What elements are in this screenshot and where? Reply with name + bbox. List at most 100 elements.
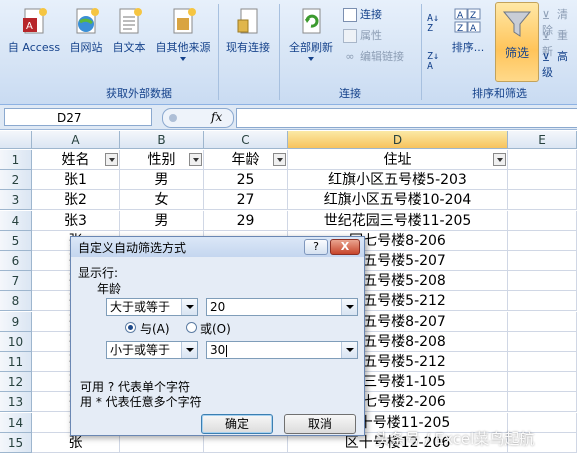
cell-e[interactable] bbox=[508, 271, 577, 291]
cell-d[interactable]: 住址 bbox=[288, 150, 508, 170]
cell-c[interactable]: 年龄 bbox=[204, 150, 288, 170]
cell-text: 女 bbox=[154, 192, 169, 208]
cell-e[interactable] bbox=[508, 170, 577, 190]
cell-c[interactable]: 25 bbox=[204, 170, 288, 190]
watermark-text: 头条号 / Excel菜鸟起航 bbox=[375, 430, 535, 448]
sort-z-to-a-button[interactable]: Z↓ A bbox=[427, 52, 443, 72]
cell-d[interactable]: 世纪花园三号楼11-205 bbox=[288, 211, 508, 231]
row-header[interactable]: 11 bbox=[0, 352, 32, 372]
condition1-value-input[interactable]: 20 bbox=[206, 298, 358, 316]
cell-a[interactable]: 张3 bbox=[32, 211, 120, 231]
edit-links-button[interactable]: ∞ 编辑链接 bbox=[343, 49, 404, 65]
from-access-button[interactable]: A 自 Access bbox=[4, 6, 64, 55]
sort-a-to-z-button[interactable]: A↓ Z bbox=[427, 14, 443, 34]
close-button[interactable]: X bbox=[330, 239, 360, 255]
row-header[interactable]: 8 bbox=[0, 291, 32, 311]
help-button[interactable]: ? bbox=[304, 239, 328, 255]
row-header[interactable]: 10 bbox=[0, 332, 32, 352]
clear-filter-button[interactable]: ⊻ 清除 bbox=[542, 7, 577, 37]
row-header[interactable]: 12 bbox=[0, 372, 32, 392]
cell-e[interactable] bbox=[508, 372, 577, 392]
cell-e[interactable] bbox=[508, 150, 577, 170]
formula-input[interactable] bbox=[236, 108, 577, 128]
cell-a[interactable]: 姓名 bbox=[32, 150, 120, 170]
sort-button[interactable]: AZZA 排序... bbox=[448, 6, 488, 55]
column-header-c[interactable]: C bbox=[204, 131, 288, 149]
from-other-sources-button[interactable]: 自其他来源 bbox=[150, 6, 216, 61]
cell-a[interactable]: 张2 bbox=[32, 190, 120, 210]
column-header-e[interactable]: E bbox=[508, 131, 577, 149]
cell-c[interactable]: 27 bbox=[204, 190, 288, 210]
expand-handle-icon[interactable] bbox=[169, 114, 177, 122]
fx-icon[interactable]: fx bbox=[211, 110, 222, 124]
cell-a[interactable]: 张 bbox=[32, 433, 120, 453]
cell-b[interactable] bbox=[120, 433, 204, 453]
reapply-filter-button[interactable]: ⊻ 重新 bbox=[542, 28, 577, 58]
select-all-corner[interactable] bbox=[0, 131, 32, 149]
cell-c[interactable]: 29 bbox=[204, 211, 288, 231]
cell-e[interactable] bbox=[508, 231, 577, 251]
row-header[interactable]: 9 bbox=[0, 312, 32, 332]
cell-c[interactable] bbox=[204, 433, 288, 453]
row-header[interactable]: 15 bbox=[0, 433, 32, 453]
filter-dropdown-icon[interactable] bbox=[105, 153, 118, 166]
cell-a[interactable]: 张1 bbox=[32, 170, 120, 190]
row-header[interactable]: 14 bbox=[0, 413, 32, 433]
cell-b[interactable]: 男 bbox=[120, 170, 204, 190]
filter-dropdown-icon[interactable] bbox=[493, 153, 506, 166]
chevron-down-icon[interactable] bbox=[341, 299, 357, 315]
cancel-button[interactable]: 取消 bbox=[284, 414, 356, 434]
cell-b[interactable]: 女 bbox=[120, 190, 204, 210]
condition2-operator-select[interactable]: 小于或等于 bbox=[106, 341, 198, 359]
column-header-b[interactable]: B bbox=[120, 131, 204, 149]
row-header[interactable]: 5 bbox=[0, 231, 32, 251]
cell-e[interactable] bbox=[508, 352, 577, 372]
and-radio[interactable] bbox=[125, 322, 136, 333]
row-header[interactable]: 1 bbox=[0, 150, 32, 170]
condition1-operator-select[interactable]: 大于或等于 bbox=[106, 298, 198, 316]
or-radio[interactable] bbox=[186, 322, 197, 333]
filter-button[interactable]: 筛选 bbox=[495, 2, 539, 82]
condition2-value-input[interactable]: 30 bbox=[206, 341, 358, 359]
chevron-down-icon[interactable] bbox=[181, 342, 197, 358]
cell-e[interactable] bbox=[508, 190, 577, 210]
cell-d[interactable]: 红旗小区五号楼5-203 bbox=[288, 170, 508, 190]
row-header[interactable]: 3 bbox=[0, 190, 32, 210]
row-header[interactable]: 7 bbox=[0, 271, 32, 291]
row-header[interactable]: 2 bbox=[0, 170, 32, 190]
cell-b[interactable]: 性别 bbox=[120, 150, 204, 170]
cell-d[interactable]: 红旗小区五号楼10-204 bbox=[288, 190, 508, 210]
field-name-label: 年龄 bbox=[97, 282, 122, 296]
cell-e[interactable] bbox=[508, 312, 577, 332]
chevron-down-icon[interactable] bbox=[341, 342, 357, 358]
column-header-a[interactable]: A bbox=[32, 131, 120, 149]
sort-ascending-icon: A↓ Z bbox=[427, 13, 440, 34]
properties-button[interactable]: 属性 bbox=[343, 28, 382, 44]
row-header[interactable]: 4 bbox=[0, 211, 32, 231]
and-radio-label[interactable]: 与(A) bbox=[140, 320, 170, 337]
chevron-down-icon[interactable] bbox=[181, 299, 197, 315]
from-text-button[interactable]: 自文本 bbox=[108, 6, 150, 55]
existing-connections-button[interactable]: 现有连接 bbox=[220, 6, 276, 55]
row-header[interactable]: 13 bbox=[0, 392, 32, 412]
cell-e[interactable] bbox=[508, 332, 577, 352]
ok-button[interactable]: 确定 bbox=[201, 414, 273, 434]
or-radio-label[interactable]: 或(O) bbox=[200, 320, 231, 337]
cell-e[interactable] bbox=[508, 211, 577, 231]
row-header[interactable]: 6 bbox=[0, 251, 32, 271]
reapply-icon: ⊻ bbox=[542, 30, 551, 43]
funnel-icon bbox=[502, 9, 532, 42]
cell-e[interactable] bbox=[508, 392, 577, 412]
from-web-button[interactable]: 自网站 bbox=[64, 6, 108, 55]
connections-button[interactable]: 连接 bbox=[343, 7, 382, 23]
advanced-filter-button[interactable]: ⊻ 高级 bbox=[542, 49, 577, 79]
cell-e[interactable] bbox=[508, 291, 577, 311]
refresh-all-button[interactable]: 全部刷新 bbox=[283, 6, 339, 61]
filter-dropdown-icon[interactable] bbox=[189, 153, 202, 166]
cell-text: 红旗小区五号楼5-203 bbox=[328, 172, 467, 188]
column-header-d[interactable]: D bbox=[288, 131, 508, 149]
cell-b[interactable]: 男 bbox=[120, 211, 204, 231]
filter-dropdown-icon[interactable] bbox=[273, 153, 286, 166]
name-box[interactable]: D27 bbox=[4, 108, 152, 126]
cell-e[interactable] bbox=[508, 251, 577, 271]
